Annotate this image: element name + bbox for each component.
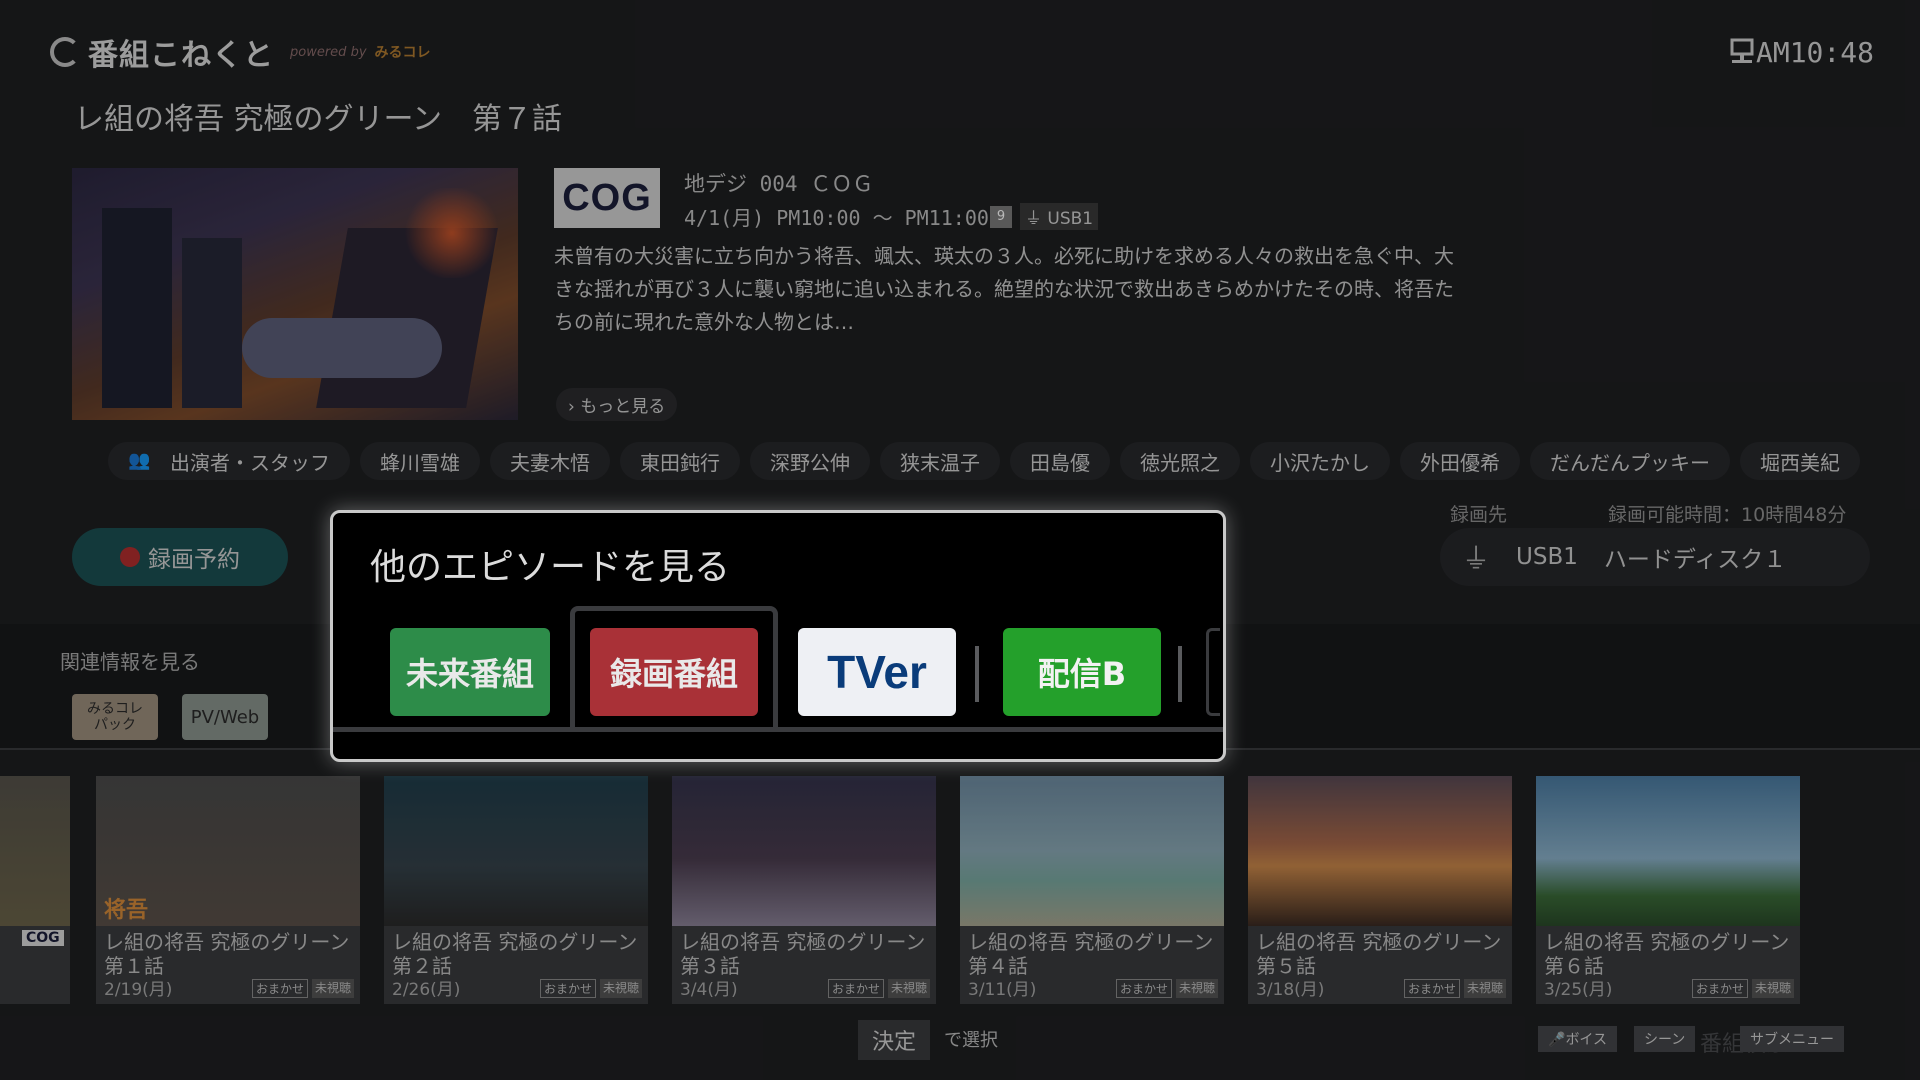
network-icon [1730,38,1754,63]
episode-date: 3/4(月) [680,980,738,1000]
episode-date: 3/25(月) [1544,980,1613,1000]
episode-title: レ組の将吾 究極のグリーン 第５話 [1256,930,1522,978]
cast-chip[interactable]: 堀西美紀 [1740,442,1860,480]
program-thumbnail [72,168,518,420]
record-reserve-label: 録画予約 [148,547,240,573]
clock: AM10:48 [1755,36,1874,69]
tag-omakase: おまかせ [827,979,884,998]
recording-badges: 9 ⏚ USB1 [990,203,1099,230]
miru-pack-top: みるコレ [87,701,143,717]
ok-key-text: で選択 [944,1030,998,1051]
miru-pack-button[interactable]: みるコレ パック [72,694,158,740]
series-badge: 将吾 [104,898,149,923]
scene-button[interactable]: シーン [1634,1026,1696,1052]
cast-chip[interactable]: だんだんプッキー [1530,442,1730,480]
page-title: レ組の将吾 究極のグリーン 第７話 [74,102,563,137]
episode-card[interactable]: レ組の将吾 究極のグリーン 第６話 3/25(月) おまかせ 未視聴 [1536,776,1810,1004]
usb-icon: ⏚ [1462,542,1491,575]
tag-unwatched: 未視聴 [1175,979,1218,998]
cast-chip[interactable]: 外田優希 [1400,442,1520,480]
cast-staff-button[interactable]: 👥 出演者・スタッフ [108,442,350,480]
episode-title: レ組の将吾 究極のグリーン 第１話 [104,930,370,978]
broadcast-time: 4/1(月) PM10:00 〜 PM11:00 [684,206,989,230]
episode-card[interactable]: レ組の将吾 究極のグリーン 第４話 3/11(月) おまかせ 未視聴 [960,776,1234,1004]
tag-unwatched: 未視聴 [1751,979,1794,998]
miru-pack-bottom: パック [94,717,136,733]
tag-unwatched: 未視聴 [887,979,930,998]
episode-card[interactable]: レ組の将吾 究極のグリーン 第５話 3/18(月) おまかせ 未視聴 [1248,776,1522,1004]
related-label: 関連情報を見る [60,650,200,674]
app-logo: 番組こねくと powered by みるコレ [50,32,431,73]
cast-chip[interactable]: 東田鈍行 [620,442,740,480]
episode-title: レ組の将吾 究極のグリーン 第２話 [392,930,658,978]
ok-key-hint: 決定 [858,1020,931,1060]
usb-badge: ⏚ USB1 [1020,203,1099,230]
dest-disk: ハードディスク１ [1603,547,1787,573]
episode-card[interactable]: レ組の将吾 究極のグリーン 第２話 2/26(月) おまかせ 未視聴 [384,776,658,1004]
haishin-b-button[interactable]: 配信B [1003,628,1161,716]
program-description: 未曾有の大災害に立ち向かう将吾、颯太、瑛太の３人。必死に助けを求める人々の救出を… [554,244,1454,334]
tag-omakase: おまかせ [1691,979,1748,998]
episode-card[interactable]: レ組の将吾 究極のグリーン 第３話 3/4(月) おまかせ 未視聴 [672,776,946,1004]
tag-omakase: おまかせ [1115,979,1172,998]
more-button[interactable]: › もっと見る [556,388,678,421]
logo-text: 番組こねくと [88,38,274,73]
tag-unwatched: 未視聴 [1463,979,1506,998]
cast-row: 👥 出演者・スタッフ 蜂川雪雄 夫妻木悟 東田鈍行 深野公伸 狭末温子 田島優 徳… [108,442,1860,480]
connect-logo-icon [50,37,80,67]
channel-logo-small: COG [22,930,64,946]
episode-date: 3/18(月) [1256,980,1325,1000]
cast-label: 出演者・スタッフ [170,450,330,475]
episode-list: COG 将吾 レ組の将吾 究極のグリーン 第１話 2/19(月) おまかせ 未視聴… [0,776,1920,1006]
tag-omakase: おまかせ [1403,979,1460,998]
episode-date: 3/11(月) [968,980,1037,1000]
more-label: もっと見る [580,397,666,417]
cast-chip[interactable]: 徳光照之 [1120,442,1240,480]
episode-title: レ組の将吾 究極のグリーン 第６話 [1544,930,1810,978]
tag-unwatched: 未視聴 [599,979,642,998]
cast-chip[interactable]: 田島優 [1010,442,1110,480]
people-icon: 👥 [128,450,151,471]
cast-chip[interactable]: 小沢たかし [1250,442,1390,480]
episode-date: 2/19(月) [104,980,173,1000]
record-dest-label: 録画先 [1450,504,1508,526]
tag-unwatched: 未視聴 [311,979,354,998]
next-service-stub[interactable] [1206,628,1220,716]
dialog-title: 他のエピソードを見る [370,547,731,588]
tag-omakase: おまかせ [539,979,596,998]
episode-title: レ組の将吾 究極のグリーン 第３話 [680,930,946,978]
powered-by: powered by [290,44,367,60]
rec-count-icon: 9 [990,205,1012,228]
dialog-baseline [333,727,1223,732]
cast-chip[interactable]: 狭末温子 [880,442,1000,480]
record-reserve-button[interactable]: 録画予約 [72,528,288,586]
separator [1178,646,1182,702]
channel-name: 地デジ 004 ＣＯＧ [684,172,874,196]
episode-date: 2/26(月) [392,980,461,1000]
episode-title: レ組の将吾 究極のグリーン 第４話 [968,930,1234,978]
recorded-programs-button[interactable]: 録画番組 [590,628,758,716]
cast-chip[interactable]: 夫妻木悟 [490,442,610,480]
dest-usb: USB1 [1516,544,1578,570]
miru-brand: みるコレ [374,45,431,61]
future-programs-button[interactable]: 未来番組 [390,628,550,716]
record-available-time: 録画可能時間：10時間48分 [1608,504,1847,526]
separator [975,646,979,702]
tag-omakase: おまかせ [251,979,308,998]
cast-chip[interactable]: 深野公伸 [750,442,870,480]
voice-button[interactable]: 🎤ボイス [1538,1026,1618,1052]
voice-label: ボイス [1565,1032,1608,1048]
channel-logo: COG [554,168,660,228]
record-icon [120,547,140,567]
record-destination-selector[interactable]: ⏚ USB1 ハードディスク１ [1440,528,1870,586]
episode-card[interactable]: 将吾 レ組の将吾 究極のグリーン 第１話 2/19(月) おまかせ 未視聴 [96,776,370,1004]
submenu-button[interactable]: サブメニュー [1740,1026,1844,1052]
episode-card-prev[interactable]: COG [0,776,70,1004]
pv-web-button[interactable]: PV/Web [182,694,268,740]
tver-button[interactable]: TVer [798,628,956,716]
cast-chip[interactable]: 蜂川雪雄 [360,442,480,480]
